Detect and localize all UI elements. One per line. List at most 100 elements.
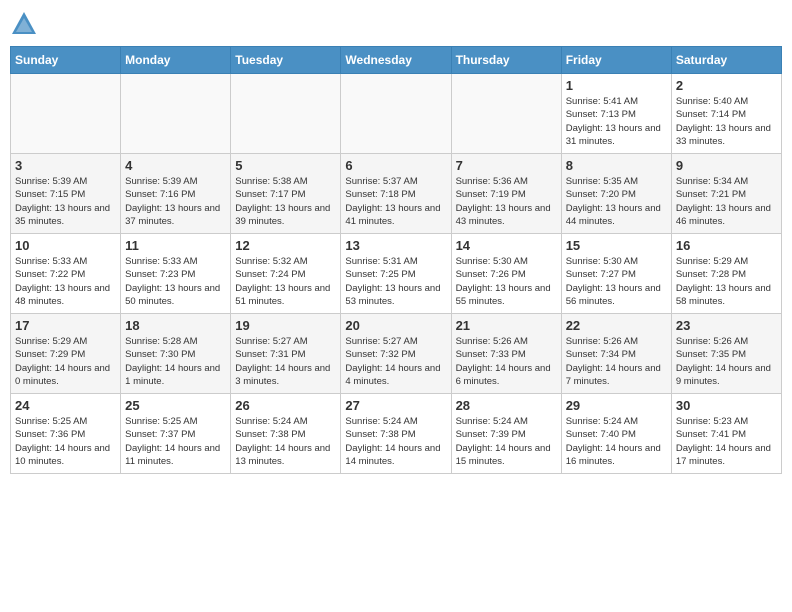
- day-number: 8: [566, 158, 667, 173]
- day-number: 4: [125, 158, 226, 173]
- day-info: Sunrise: 5:39 AM Sunset: 7:15 PM Dayligh…: [15, 175, 116, 228]
- day-info: Sunrise: 5:27 AM Sunset: 7:31 PM Dayligh…: [235, 335, 336, 388]
- calendar-cell: 19 Sunrise: 5:27 AM Sunset: 7:31 PM Dayli…: [231, 314, 341, 394]
- page-header: [10, 10, 782, 38]
- calendar-cell: 11Sunrise: 5:33 AM Sunset: 7:23 PM Dayli…: [121, 234, 231, 314]
- day-info: Sunrise: 5:26 AM Sunset: 7:35 PM Dayligh…: [676, 335, 777, 388]
- day-info: Sunrise: 5:30 AM Sunset: 7:27 PM Dayligh…: [566, 255, 667, 308]
- calendar-cell: [11, 74, 121, 154]
- day-info: Sunrise: 5:25 AM Sunset: 7:36 PM Dayligh…: [15, 415, 116, 468]
- day-number: 2: [676, 78, 777, 93]
- week-row-1: 1 Sunrise: 5:41 AM Sunset: 7:13 PM Daylig…: [11, 74, 782, 154]
- calendar-cell: 14Sunrise: 5:30 AM Sunset: 7:26 PM Dayli…: [451, 234, 561, 314]
- day-number: 18: [125, 318, 226, 333]
- day-number: 12: [235, 238, 336, 253]
- day-number: 24: [15, 398, 116, 413]
- day-number: 9: [676, 158, 777, 173]
- day-info: Sunrise: 5:40 AM Sunset: 7:14 PM Dayligh…: [676, 95, 777, 148]
- weekday-header-sunday: Sunday: [11, 47, 121, 74]
- day-info: Sunrise: 5:28 AM Sunset: 7:30 PM Dayligh…: [125, 335, 226, 388]
- calendar-cell: 12 Sunrise: 5:32 AM Sunset: 7:24 PM Dayli…: [231, 234, 341, 314]
- calendar-cell: 26 Sunrise: 5:24 AM Sunset: 7:38 PM Dayli…: [231, 394, 341, 474]
- calendar-cell: 17 Sunrise: 5:29 AM Sunset: 7:29 PM Dayli…: [11, 314, 121, 394]
- day-number: 28: [456, 398, 557, 413]
- weekday-header-thursday: Thursday: [451, 47, 561, 74]
- day-number: 1: [566, 78, 667, 93]
- calendar-cell: 9 Sunrise: 5:34 AM Sunset: 7:21 PM Daylig…: [671, 154, 781, 234]
- calendar-cell: 18 Sunrise: 5:28 AM Sunset: 7:30 PM Dayli…: [121, 314, 231, 394]
- day-info: Sunrise: 5:24 AM Sunset: 7:38 PM Dayligh…: [235, 415, 336, 468]
- calendar-cell: 1 Sunrise: 5:41 AM Sunset: 7:13 PM Daylig…: [561, 74, 671, 154]
- week-row-4: 17 Sunrise: 5:29 AM Sunset: 7:29 PM Dayli…: [11, 314, 782, 394]
- calendar-cell: 8 Sunrise: 5:35 AM Sunset: 7:20 PM Daylig…: [561, 154, 671, 234]
- day-number: 19: [235, 318, 336, 333]
- calendar-cell: [121, 74, 231, 154]
- weekday-header-wednesday: Wednesday: [341, 47, 451, 74]
- calendar-cell: 10 Sunrise: 5:33 AM Sunset: 7:22 PM Dayli…: [11, 234, 121, 314]
- day-info: Sunrise: 5:41 AM Sunset: 7:13 PM Dayligh…: [566, 95, 667, 148]
- calendar-cell: 2 Sunrise: 5:40 AM Sunset: 7:14 PM Daylig…: [671, 74, 781, 154]
- calendar-cell: 20 Sunrise: 5:27 AM Sunset: 7:32 PM Dayli…: [341, 314, 451, 394]
- calendar-cell: 5Sunrise: 5:38 AM Sunset: 7:17 PM Daylig…: [231, 154, 341, 234]
- day-info: Sunrise: 5:39 AM Sunset: 7:16 PM Dayligh…: [125, 175, 226, 228]
- day-number: 22: [566, 318, 667, 333]
- day-number: 15: [566, 238, 667, 253]
- day-number: 21: [456, 318, 557, 333]
- day-number: 7: [456, 158, 557, 173]
- calendar-cell: 7 Sunrise: 5:36 AM Sunset: 7:19 PM Daylig…: [451, 154, 561, 234]
- calendar-cell: 16Sunrise: 5:29 AM Sunset: 7:28 PM Dayli…: [671, 234, 781, 314]
- day-info: Sunrise: 5:26 AM Sunset: 7:33 PM Dayligh…: [456, 335, 557, 388]
- day-info: Sunrise: 5:24 AM Sunset: 7:38 PM Dayligh…: [345, 415, 446, 468]
- calendar-cell: 3 Sunrise: 5:39 AM Sunset: 7:15 PM Daylig…: [11, 154, 121, 234]
- day-info: Sunrise: 5:32 AM Sunset: 7:24 PM Dayligh…: [235, 255, 336, 308]
- day-number: 30: [676, 398, 777, 413]
- day-info: Sunrise: 5:36 AM Sunset: 7:19 PM Dayligh…: [456, 175, 557, 228]
- calendar-cell: 21 Sunrise: 5:26 AM Sunset: 7:33 PM Dayli…: [451, 314, 561, 394]
- day-info: Sunrise: 5:35 AM Sunset: 7:20 PM Dayligh…: [566, 175, 667, 228]
- week-row-3: 10 Sunrise: 5:33 AM Sunset: 7:22 PM Dayli…: [11, 234, 782, 314]
- logo-icon: [10, 10, 38, 38]
- day-number: 3: [15, 158, 116, 173]
- day-number: 27: [345, 398, 446, 413]
- day-info: Sunrise: 5:33 AM Sunset: 7:22 PM Dayligh…: [15, 255, 116, 308]
- calendar-cell: [231, 74, 341, 154]
- calendar-cell: 4 Sunrise: 5:39 AM Sunset: 7:16 PM Daylig…: [121, 154, 231, 234]
- day-info: Sunrise: 5:29 AM Sunset: 7:29 PM Dayligh…: [15, 335, 116, 388]
- calendar-cell: 6 Sunrise: 5:37 AM Sunset: 7:18 PM Daylig…: [341, 154, 451, 234]
- calendar-cell: 25Sunrise: 5:25 AM Sunset: 7:37 PM Dayli…: [121, 394, 231, 474]
- calendar-cell: [341, 74, 451, 154]
- calendar-table: SundayMondayTuesdayWednesdayThursdayFrid…: [10, 46, 782, 474]
- day-number: 5: [235, 158, 336, 173]
- day-number: 20: [345, 318, 446, 333]
- day-number: 29: [566, 398, 667, 413]
- day-info: Sunrise: 5:24 AM Sunset: 7:39 PM Dayligh…: [456, 415, 557, 468]
- calendar-cell: 13 Sunrise: 5:31 AM Sunset: 7:25 PM Dayli…: [341, 234, 451, 314]
- day-number: 17: [15, 318, 116, 333]
- week-row-5: 24 Sunrise: 5:25 AM Sunset: 7:36 PM Dayli…: [11, 394, 782, 474]
- day-number: 13: [345, 238, 446, 253]
- day-info: Sunrise: 5:34 AM Sunset: 7:21 PM Dayligh…: [676, 175, 777, 228]
- calendar-cell: 24 Sunrise: 5:25 AM Sunset: 7:36 PM Dayli…: [11, 394, 121, 474]
- day-number: 10: [15, 238, 116, 253]
- day-number: 26: [235, 398, 336, 413]
- weekday-header-row: SundayMondayTuesdayWednesdayThursdayFrid…: [11, 47, 782, 74]
- day-info: Sunrise: 5:25 AM Sunset: 7:37 PM Dayligh…: [125, 415, 226, 468]
- calendar-cell: 29 Sunrise: 5:24 AM Sunset: 7:40 PM Dayli…: [561, 394, 671, 474]
- day-info: Sunrise: 5:31 AM Sunset: 7:25 PM Dayligh…: [345, 255, 446, 308]
- calendar-cell: 30 Sunrise: 5:23 AM Sunset: 7:41 PM Dayli…: [671, 394, 781, 474]
- day-info: Sunrise: 5:23 AM Sunset: 7:41 PM Dayligh…: [676, 415, 777, 468]
- calendar-cell: 23Sunrise: 5:26 AM Sunset: 7:35 PM Dayli…: [671, 314, 781, 394]
- day-info: Sunrise: 5:29 AM Sunset: 7:28 PM Dayligh…: [676, 255, 777, 308]
- calendar-cell: 28 Sunrise: 5:24 AM Sunset: 7:39 PM Dayli…: [451, 394, 561, 474]
- weekday-header-monday: Monday: [121, 47, 231, 74]
- weekday-header-saturday: Saturday: [671, 47, 781, 74]
- calendar-cell: 22Sunrise: 5:26 AM Sunset: 7:34 PM Dayli…: [561, 314, 671, 394]
- day-info: Sunrise: 5:33 AM Sunset: 7:23 PM Dayligh…: [125, 255, 226, 308]
- day-number: 6: [345, 158, 446, 173]
- day-info: Sunrise: 5:37 AM Sunset: 7:18 PM Dayligh…: [345, 175, 446, 228]
- weekday-header-friday: Friday: [561, 47, 671, 74]
- calendar-cell: [451, 74, 561, 154]
- calendar-cell: 15 Sunrise: 5:30 AM Sunset: 7:27 PM Dayli…: [561, 234, 671, 314]
- day-info: Sunrise: 5:27 AM Sunset: 7:32 PM Dayligh…: [345, 335, 446, 388]
- day-info: Sunrise: 5:24 AM Sunset: 7:40 PM Dayligh…: [566, 415, 667, 468]
